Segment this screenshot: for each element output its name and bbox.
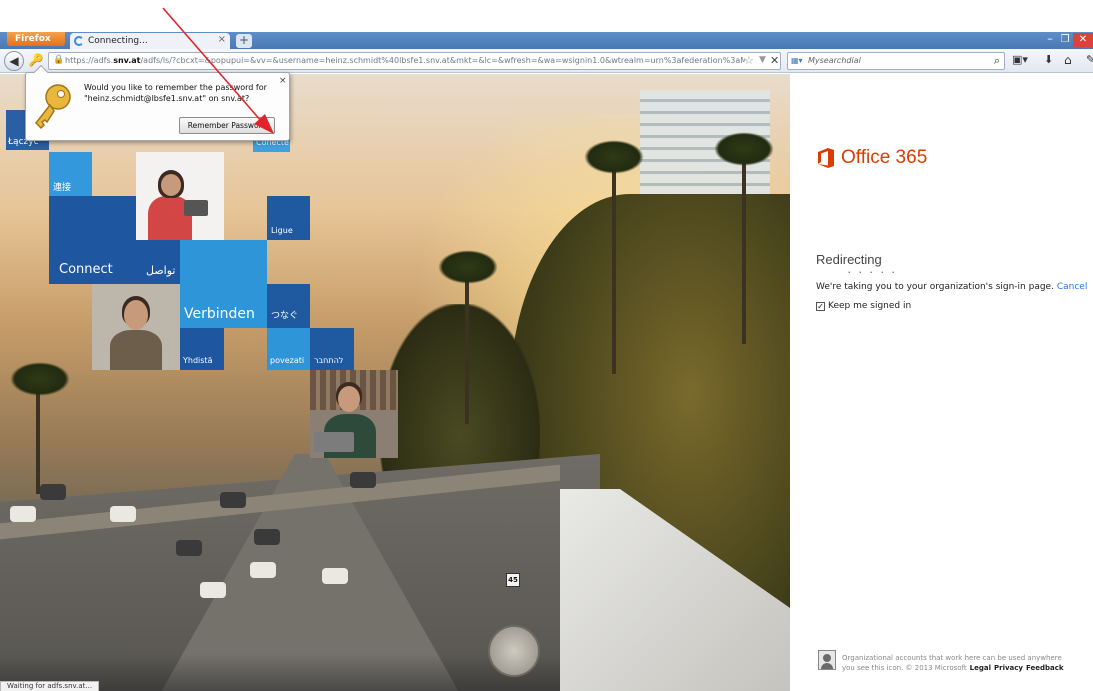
photo-man-laptop: [310, 370, 398, 458]
footer-text: Organizational accounts that work here c…: [842, 654, 1062, 662]
traffic-mirror: [488, 625, 540, 677]
tile-tsunagu: つなぐ: [267, 284, 310, 328]
tile-lehitchaber: להתחבר: [310, 328, 354, 370]
status-bar: Waiting for adfs.snv.at...: [0, 681, 100, 691]
search-input[interactable]: Mysearchdial: [808, 56, 861, 65]
url-bar[interactable]: 🔒 https://adfs.snv.at/adfs/ls/?cbcxt=&po…: [48, 52, 781, 70]
palm-trunk: [742, 144, 746, 344]
remember-password-popup: Would you like to remember the password …: [25, 64, 290, 141]
tile-label: Connect: [59, 262, 113, 277]
laptop-device: [314, 432, 354, 452]
url-dropdown-icon[interactable]: ▼: [759, 55, 766, 65]
tablet-device: [184, 200, 208, 216]
palm-crown: [584, 140, 644, 174]
palm-trunk: [465, 264, 469, 424]
tile-label: Verbinden: [184, 306, 255, 322]
car: [10, 506, 36, 522]
office-logo-icon: [818, 148, 834, 168]
organizational-account-icon: [818, 650, 836, 670]
sign-in-panel: [790, 74, 1093, 691]
close-icon[interactable]: ×: [279, 76, 287, 86]
car: [176, 540, 202, 556]
car: [220, 492, 246, 508]
back-icon[interactable]: ◀: [4, 51, 24, 71]
tile-verbinden: Verbinden: [180, 240, 267, 328]
remember-password-button[interactable]: Remember Password: [179, 117, 275, 134]
palm-crown: [438, 250, 498, 284]
footer-text: you see this icon. © 2013 Microsoft Legal…: [842, 664, 1064, 672]
search-bar[interactable]: ▦▾ Mysearchdial ⌕: [787, 52, 1005, 70]
photo-man-phone: [92, 284, 180, 370]
navigation-toolbar: ◀ 🔑 🔒 https://adfs.snv.at/adfs/ls/?cbcxt…: [0, 49, 1093, 73]
tile-ligue: Ligue: [267, 196, 310, 240]
minimize-icon[interactable]: –: [1043, 33, 1057, 46]
feedback-link[interactable]: Feedback: [1026, 664, 1064, 672]
search-icon[interactable]: ⌕: [994, 54, 1000, 68]
window-close-icon[interactable]: ✕: [1073, 33, 1093, 47]
office-brand-title: Office 365: [841, 147, 928, 168]
footer-copyright: you see this icon. © 2013 Microsoft: [842, 664, 967, 672]
person-body: [110, 330, 162, 370]
tile-povezati: povezati: [267, 328, 310, 370]
tile-label: povezati: [270, 356, 305, 365]
tile-label: להתחבר: [314, 356, 344, 365]
palm-crown: [10, 362, 70, 396]
keep-signed-in-checkbox[interactable]: ✓: [816, 302, 825, 311]
star-icon[interactable]: ☆: [744, 54, 754, 67]
more-icon[interactable]: ✎: [1086, 53, 1093, 66]
tile-connect: Connect: [49, 196, 136, 284]
person-head: [338, 386, 360, 412]
tile-label: Yhdistä: [183, 356, 213, 365]
maximize-icon[interactable]: ❐: [1058, 34, 1072, 46]
tile-label: つなぐ: [271, 311, 299, 321]
palm-crown: [714, 132, 774, 166]
keep-signed-in-row[interactable]: ✓ Keep me signed in: [816, 301, 911, 311]
lock-icon: 🔒: [53, 55, 65, 65]
legal-link[interactable]: Legal: [970, 664, 991, 672]
new-tab-button[interactable]: +: [236, 34, 252, 48]
tile-yhdista: Yhdistä: [180, 328, 224, 370]
firefox-menu-button[interactable]: Firefox: [7, 32, 65, 46]
car: [250, 562, 276, 578]
tab-connecting[interactable]: Connecting... ×: [70, 33, 230, 49]
tile-tawasal: تواصل: [136, 240, 180, 284]
redirect-message: We're taking you to your organization's …: [816, 282, 1087, 292]
tile-label: تواصل: [146, 264, 176, 277]
car: [110, 506, 136, 522]
palm-trunk: [612, 154, 616, 374]
cancel-link[interactable]: Cancel: [1057, 282, 1088, 292]
person-head: [161, 174, 181, 196]
car: [350, 472, 376, 488]
bookmark-icon[interactable]: ▣▾: [1012, 53, 1028, 66]
progress-dots: . . . . .: [848, 265, 898, 275]
car: [40, 484, 66, 500]
car: [322, 568, 348, 584]
tab-bar: Firefox Connecting... × + – ❐ ✕: [0, 32, 1093, 49]
person-head: [124, 300, 148, 330]
car: [254, 529, 280, 545]
speed-limit-sign: 45: [506, 573, 520, 587]
popup-message: "heinz.schmidt@lbsfe1.snv.at" on snv.at?: [84, 94, 250, 103]
privacy-link[interactable]: Privacy: [994, 664, 1023, 672]
tile-label: Ligue: [271, 226, 293, 235]
tile-label: 連接: [53, 183, 72, 193]
loading-spinner-icon: [74, 36, 84, 46]
photo-woman-tablet: [136, 152, 224, 240]
stop-icon[interactable]: ✕: [770, 54, 779, 67]
close-tab-icon[interactable]: ×: [218, 34, 226, 45]
search-engine-icon[interactable]: ▦▾: [791, 56, 805, 66]
key-icon: [35, 84, 71, 130]
redirect-message-text: We're taking you to your organization's …: [816, 282, 1054, 292]
tab-title: Connecting...: [88, 36, 148, 46]
download-icon[interactable]: ⬇: [1044, 53, 1053, 66]
tile-lianjie: 連接: [49, 152, 92, 196]
popup-message: Would you like to remember the password …: [84, 83, 267, 92]
blank-margin: [0, 0, 1093, 32]
home-icon[interactable]: ⌂: [1064, 53, 1072, 67]
car: [200, 582, 226, 598]
keep-signed-in-label[interactable]: Keep me signed in: [828, 301, 911, 311]
url-text[interactable]: https://adfs.snv.at/adfs/ls/?cbcxt=&popu…: [65, 56, 745, 65]
